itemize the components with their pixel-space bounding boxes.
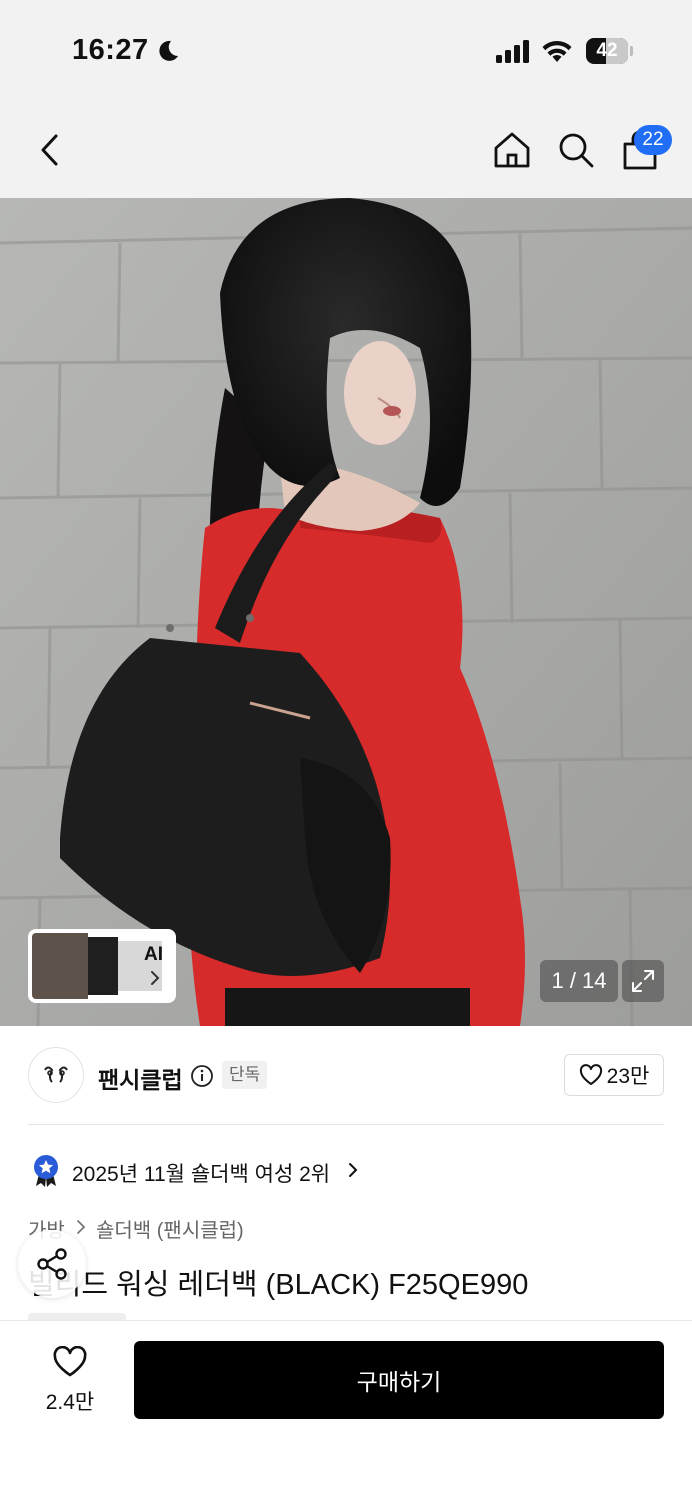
moon-icon [154, 38, 180, 69]
expand-button[interactable] [622, 960, 664, 1002]
ai-lookbook-thumb[interactable] [28, 929, 176, 1003]
brand-name[interactable]: 팬시클럽 [98, 1061, 183, 1095]
ai-label: AI [144, 944, 163, 965]
brand-logo[interactable] [28, 1047, 84, 1103]
share-icon [37, 1248, 67, 1280]
search-button[interactable] [554, 128, 598, 172]
breadcrumb-subcategory[interactable]: 숄더백 (팬시클럽) [96, 1214, 244, 1243]
brand-like-button[interactable]: 23만 [564, 1054, 664, 1096]
battery-level: 42 [596, 40, 618, 61]
product-title: 빌리드 워싱 레더백 (BLACK) F25QE990 [28, 1269, 529, 1301]
buy-button[interactable]: 구매하기 [134, 1341, 664, 1419]
search-icon [559, 133, 594, 168]
exclusive-badge: 단독 [222, 1061, 268, 1089]
ranking-link[interactable]: 2025년 11월 숄더백 여성 2위 [72, 1158, 330, 1188]
home-button[interactable] [490, 128, 534, 172]
heart-icon [579, 1064, 602, 1085]
expand-icon [632, 970, 654, 992]
brand-like-count: 23만 [606, 1065, 650, 1088]
signal-icon [496, 40, 532, 69]
nav-bar [0, 100, 692, 198]
back-button[interactable] [28, 128, 72, 172]
status-time: 16:27 [72, 34, 149, 66]
share-button[interactable] [18, 1230, 86, 1298]
divider [28, 1124, 664, 1125]
back-icon [41, 134, 58, 166]
chevron-right-icon [150, 970, 160, 991]
cart-count-badge: 22 [634, 125, 672, 155]
image-counter: 1 / 14 [540, 960, 618, 1002]
lookbook-image-1 [32, 933, 88, 999]
battery-indicator: 42 [586, 38, 633, 64]
home-icon [494, 132, 530, 168]
wish-count: 2.4만 [45, 1391, 95, 1414]
wifi-icon [541, 38, 573, 69]
product-image-carousel[interactable]: AI 1 / 14 [0, 198, 692, 1026]
info-icon[interactable] [190, 1064, 214, 1093]
rank-badge-icon [32, 1154, 60, 1193]
status-bar: 16:27 42 [0, 0, 692, 100]
heart-icon[interactable] [52, 1345, 88, 1383]
lookbook-image-2 [88, 937, 118, 995]
chevron-right-icon [348, 1162, 358, 1183]
chevron-right-icon [76, 1219, 86, 1240]
product-photo [0, 198, 692, 1026]
